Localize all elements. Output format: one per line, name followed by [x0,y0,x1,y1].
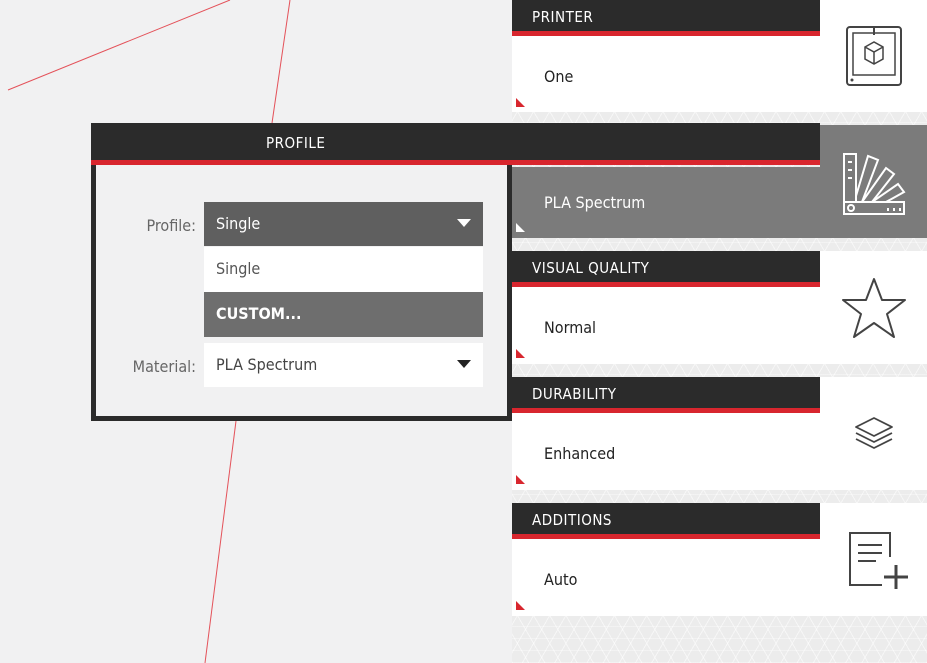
profile-section-value: PLA Spectrum [544,193,646,212]
star-icon [841,277,906,338]
corner-indicator [516,349,525,358]
chevron-down-icon [457,219,471,227]
profile-popup-title: PROFILE [266,134,326,152]
corner-indicator [516,601,525,610]
swatch-fan-icon [842,152,905,215]
chevron-down-icon [457,360,471,368]
visual-quality-icon-box[interactable] [820,251,927,364]
profile-select[interactable]: Single [204,202,483,246]
material-select-value: PLA Spectrum [216,355,318,374]
printer-body[interactable]: One [512,36,820,112]
durability-value: Enhanced [544,444,616,463]
layers-icon [854,416,893,449]
additions-icon-box[interactable] [820,503,927,616]
additions-header: ADDITIONS [512,503,820,539]
profile-body[interactable]: PLA Spectrum [512,167,820,238]
visual-quality-value: Normal [544,318,597,337]
profile-icon-box[interactable] [820,125,927,238]
durability-body[interactable]: Enhanced [512,413,820,490]
material-select[interactable]: PLA Spectrum [204,343,483,387]
printer-icon [845,26,902,86]
profile-select-value: Single [216,214,261,233]
printer-value: One [544,67,574,86]
printer-section[interactable]: PRINTER One [512,0,927,112]
corner-indicator [516,223,525,232]
additions-value: Auto [544,570,578,589]
corner-indicator [516,475,525,484]
profile-option-custom[interactable]: CUSTOM... [204,292,483,337]
additions-body[interactable]: Auto [512,539,820,616]
profile-popup: PROFILE Profile: Single Single CUSTOM...… [91,123,820,421]
visual-quality-body[interactable]: Normal [512,287,820,364]
add-document-icon [848,531,908,589]
printer-icon-box[interactable] [820,0,927,112]
visual-quality-header: VISUAL QUALITY [512,251,820,287]
durability-header: DURABILITY [512,377,820,413]
profile-option-single[interactable]: Single [204,247,483,292]
profile-popup-body: Profile: Single Single CUSTOM... Materia… [91,165,512,421]
profile-popup-header: PROFILE [91,123,820,165]
corner-indicator [516,98,525,107]
profile-field-label: Profile: [146,216,196,235]
material-field-label: Material: [132,357,196,376]
durability-section[interactable]: DURABILITY Enhanced [512,377,927,490]
visual-quality-section[interactable]: VISUAL QUALITY Normal [512,251,927,364]
additions-section[interactable]: ADDITIONS Auto [512,503,927,616]
printer-header: PRINTER [512,0,820,36]
durability-icon-box[interactable] [820,377,927,490]
